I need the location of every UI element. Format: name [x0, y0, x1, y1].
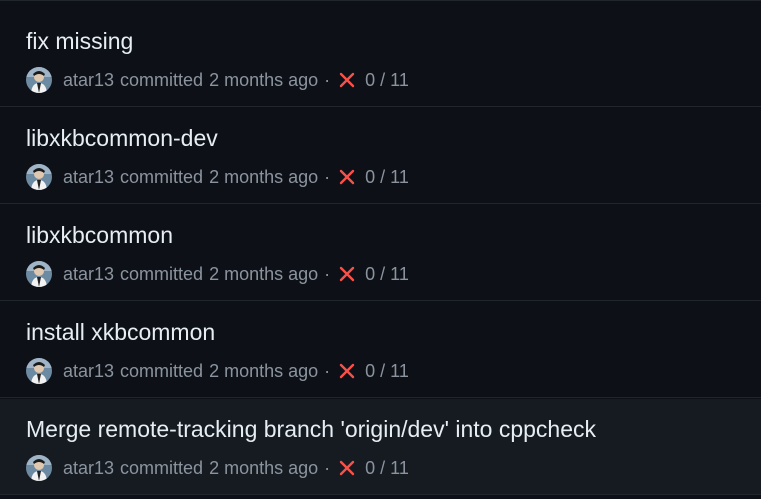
commit-title-link[interactable]: Merge remote-tracking branch 'origin/dev… [26, 416, 596, 443]
x-icon[interactable] [338, 362, 356, 380]
author-link[interactable]: atar13 [63, 361, 114, 382]
commit-title-link[interactable]: libxkbcommon [26, 222, 173, 249]
avatar-image [26, 455, 52, 481]
x-icon[interactable] [338, 168, 356, 186]
committed-label: committed [120, 457, 204, 478]
commit-meta: atar13 committed 2 months ago · 0 / 11 [26, 261, 409, 287]
commit-list: fix missing atar13 committed 2 months ag… [0, 0, 761, 499]
commit-row[interactable]: libxkbcommon-dev atar13 committed 2 mont… [0, 108, 761, 204]
avatar[interactable] [26, 455, 52, 481]
x-icon[interactable] [338, 459, 356, 477]
checks-count[interactable]: 0 / 11 [365, 70, 409, 91]
avatar[interactable] [26, 67, 52, 93]
avatar-image [26, 261, 52, 287]
commit-meta: atar13 committed 2 months ago · 0 / 11 [26, 164, 409, 190]
checks-count[interactable]: 0 / 11 [365, 361, 409, 382]
commit-meta: atar13 committed 2 months ago · 0 / 11 [26, 358, 409, 384]
separator-dot: · [324, 457, 331, 478]
x-icon[interactable] [338, 71, 356, 89]
checks-count[interactable]: 0 / 11 [365, 458, 409, 479]
commit-row[interactable]: Merge remote-tracking branch 'origin/dev… [0, 399, 761, 495]
avatar-image [26, 164, 52, 190]
checks-count[interactable]: 0 / 11 [365, 167, 409, 188]
commit-meta: atar13 committed 2 months ago · 0 / 11 [26, 67, 409, 93]
relative-time: 2 months ago [209, 360, 319, 381]
separator-dot: · [324, 166, 331, 187]
author-link[interactable]: atar13 [63, 458, 114, 479]
commit-title-link[interactable]: fix missing [26, 28, 133, 55]
commit-row[interactable]: install xkbcommon atar13 committed 2 mon… [0, 302, 761, 398]
author-link[interactable]: atar13 [63, 264, 114, 285]
avatar[interactable] [26, 358, 52, 384]
committed-label: committed [120, 166, 204, 187]
commit-title-link[interactable]: install xkbcommon [26, 319, 215, 346]
commit-row[interactable]: fix missing atar13 committed 2 months ag… [0, 11, 761, 107]
relative-time: 2 months ago [209, 166, 319, 187]
avatar-image [26, 358, 52, 384]
committed-label: committed [120, 360, 204, 381]
avatar[interactable] [26, 261, 52, 287]
author-link[interactable]: atar13 [63, 70, 114, 91]
relative-time: 2 months ago [209, 263, 319, 284]
author-link[interactable]: atar13 [63, 167, 114, 188]
separator-dot: · [324, 263, 331, 284]
relative-time: 2 months ago [209, 457, 319, 478]
commit-meta: atar13 committed 2 months ago · 0 / 11 [26, 455, 409, 481]
avatar-image [26, 67, 52, 93]
commit-title-link[interactable]: libxkbcommon-dev [26, 125, 218, 152]
avatar[interactable] [26, 164, 52, 190]
separator-dot: · [324, 360, 331, 381]
relative-time: 2 months ago [209, 69, 319, 90]
commit-row[interactable]: libxkbcommon atar13 committed 2 months a… [0, 205, 761, 301]
committed-label: committed [120, 69, 204, 90]
committed-label: committed [120, 263, 204, 284]
x-icon[interactable] [338, 265, 356, 283]
checks-count[interactable]: 0 / 11 [365, 264, 409, 285]
separator-dot: · [324, 69, 331, 90]
